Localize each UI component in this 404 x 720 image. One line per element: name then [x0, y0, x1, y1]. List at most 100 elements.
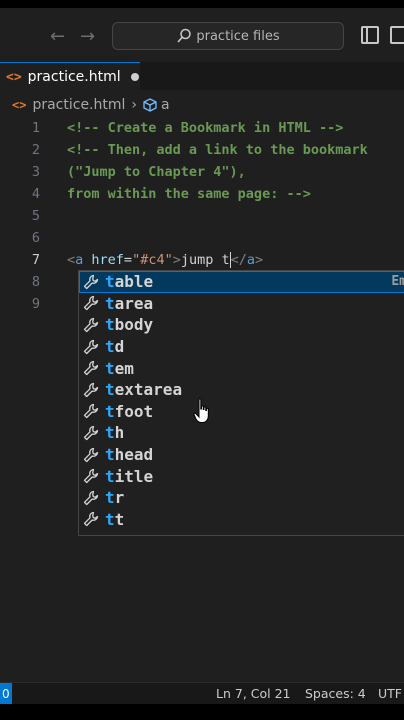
- suggestion-match: t: [105, 466, 115, 486]
- line-number: 7: [31, 252, 40, 268]
- toggle-sidebar-icon[interactable]: [361, 26, 379, 44]
- suggestion-item[interactable]: t itle: [79, 465, 404, 487]
- line-number: 8: [31, 274, 40, 290]
- code-line-6: 6: [0, 230, 404, 252]
- code-line-4: 4 from within the same page: -->: [0, 186, 404, 208]
- code-text: from within the same page: -->: [67, 186, 311, 202]
- suggestion-item[interactable]: t em: [79, 357, 404, 379]
- command-center-search[interactable]: practice files: [112, 22, 344, 50]
- code-line-3: 3 ("Jump to Chapter 4"),: [0, 164, 404, 186]
- suggestion-match: t: [105, 423, 115, 443]
- suggestion-match: t: [105, 380, 115, 400]
- suggestion-rest: extarea: [114, 380, 183, 400]
- line-number: 6: [31, 230, 40, 246]
- attr-name: href: [83, 252, 124, 268]
- suggestion-rest: area: [114, 293, 154, 313]
- suggestion-rest: able: [114, 272, 154, 292]
- tag-bracket: >: [172, 252, 181, 268]
- vscode-window: ← → practice files <> practice.html <> p…: [0, 0, 404, 720]
- html-file-icon: <>: [6, 69, 22, 85]
- code-line-1: 1 <!-- Create a Bookmark in HTML -->: [0, 120, 404, 142]
- wrench-icon: [83, 317, 99, 333]
- code-line-5: 5: [0, 208, 404, 230]
- html-file-icon: <>: [12, 98, 27, 112]
- suggestion-rest: d: [114, 337, 125, 357]
- tag-bracket: </: [230, 252, 247, 268]
- attr-value: "#c4": [132, 252, 173, 268]
- wrench-icon: [83, 404, 99, 419]
- title-bar: ← → practice files: [0, 8, 404, 63]
- wrench-icon: [83, 425, 99, 441]
- toggle-panel-icon[interactable]: [390, 26, 404, 44]
- suggestion-match: t: [105, 401, 115, 421]
- suggestion-match: t: [105, 509, 115, 529]
- suggestion-match: t: [105, 337, 115, 357]
- arrow-left-icon[interactable]: ←: [50, 26, 65, 47]
- suggestion-rest: r: [114, 488, 125, 508]
- chevron-right-icon: ›: [131, 97, 138, 113]
- line-number: 3: [31, 164, 40, 180]
- suggestion-item[interactable]: t area: [79, 293, 404, 315]
- line-number: 9: [31, 296, 40, 312]
- suggestion-item[interactable]: t able Em: [79, 271, 404, 293]
- bottom-letterbox: [0, 704, 404, 720]
- tag-bracket: >: [255, 252, 264, 268]
- suggestion-item[interactable]: tr: [79, 487, 404, 509]
- tab-label: practice.html: [27, 69, 121, 85]
- code-text: <!-- Create a Bookmark in HTML -->: [67, 120, 344, 136]
- breadcrumb-symbol[interactable]: a: [161, 97, 170, 113]
- code-text: ("Jump to Chapter 4"),: [67, 164, 246, 180]
- search-placeholder: practice files: [196, 28, 280, 44]
- encoding[interactable]: UTF: [378, 686, 402, 701]
- wrench-icon: [83, 339, 99, 354]
- suggestion-rest: itle: [114, 466, 154, 486]
- suggestion-widget[interactable]: t able Em t area t body t d t em t extarea t foot t h t he…: [78, 270, 404, 536]
- suggestion-item[interactable]: tt: [79, 509, 404, 531]
- unsaved-dot-icon[interactable]: [130, 73, 139, 81]
- cursor-position[interactable]: Ln 7, Col 21: [216, 686, 291, 701]
- suggestion-match: t: [105, 315, 115, 335]
- tab-practice-html[interactable]: <> practice.html: [0, 62, 140, 91]
- status-bar: 0 Ln 7, Col 21 Spaces: 4 UTF: [0, 682, 404, 705]
- link-text: jump t: [180, 252, 230, 268]
- suggestion-item[interactable]: t extarea: [79, 379, 404, 401]
- suggestion-match: t: [105, 358, 115, 378]
- editor-tab-bar: <> practice.html: [0, 62, 404, 91]
- attr-eq: =: [123, 252, 133, 268]
- line-number: 5: [31, 208, 40, 224]
- code-line-2: 2 <!-- Then, add a link to the bookmark: [0, 142, 404, 164]
- wrench-icon: [83, 382, 99, 397]
- suggestion-rest: h: [114, 423, 125, 443]
- suggestion-detail: Em: [391, 274, 404, 290]
- remote-indicator[interactable]: 0: [0, 683, 12, 705]
- suggestion-match: t: [105, 445, 115, 465]
- symbol-cube-icon: [143, 98, 157, 112]
- hand-pointer-icon: [193, 398, 209, 423]
- suggestion-item[interactable]: t body: [79, 314, 404, 336]
- arrow-right-icon[interactable]: →: [80, 26, 95, 47]
- suggestion-rest: t: [114, 509, 125, 529]
- line-number: 2: [31, 142, 40, 158]
- suggestion-item[interactable]: t foot: [79, 401, 404, 423]
- wrench-icon: [83, 512, 99, 527]
- suggestion-item[interactable]: th: [79, 422, 404, 444]
- indentation[interactable]: Spaces: 4: [305, 686, 366, 701]
- tag-name: a: [246, 252, 256, 268]
- suggestion-match: t: [105, 488, 115, 508]
- top-letterbox: [0, 0, 404, 8]
- line-number: 4: [31, 186, 40, 202]
- line-number: 1: [31, 120, 40, 136]
- wrench-icon: [83, 447, 99, 462]
- suggestion-match: t: [105, 293, 115, 313]
- breadcrumb-file[interactable]: practice.html: [32, 97, 125, 113]
- code-text: <a href="#c4">jump t</a>: [67, 252, 263, 268]
- breadcrumb: <> practice.html › a: [0, 94, 404, 116]
- wrench-icon: [83, 468, 99, 484]
- suggestion-item[interactable]: t head: [79, 444, 404, 466]
- wrench-icon: [83, 490, 99, 505]
- suggestion-match: t: [105, 272, 115, 292]
- suggestion-item[interactable]: td: [79, 336, 404, 358]
- wrench-icon: [83, 296, 99, 311]
- suggestion-rest: em: [114, 358, 134, 378]
- search-icon: [177, 28, 192, 43]
